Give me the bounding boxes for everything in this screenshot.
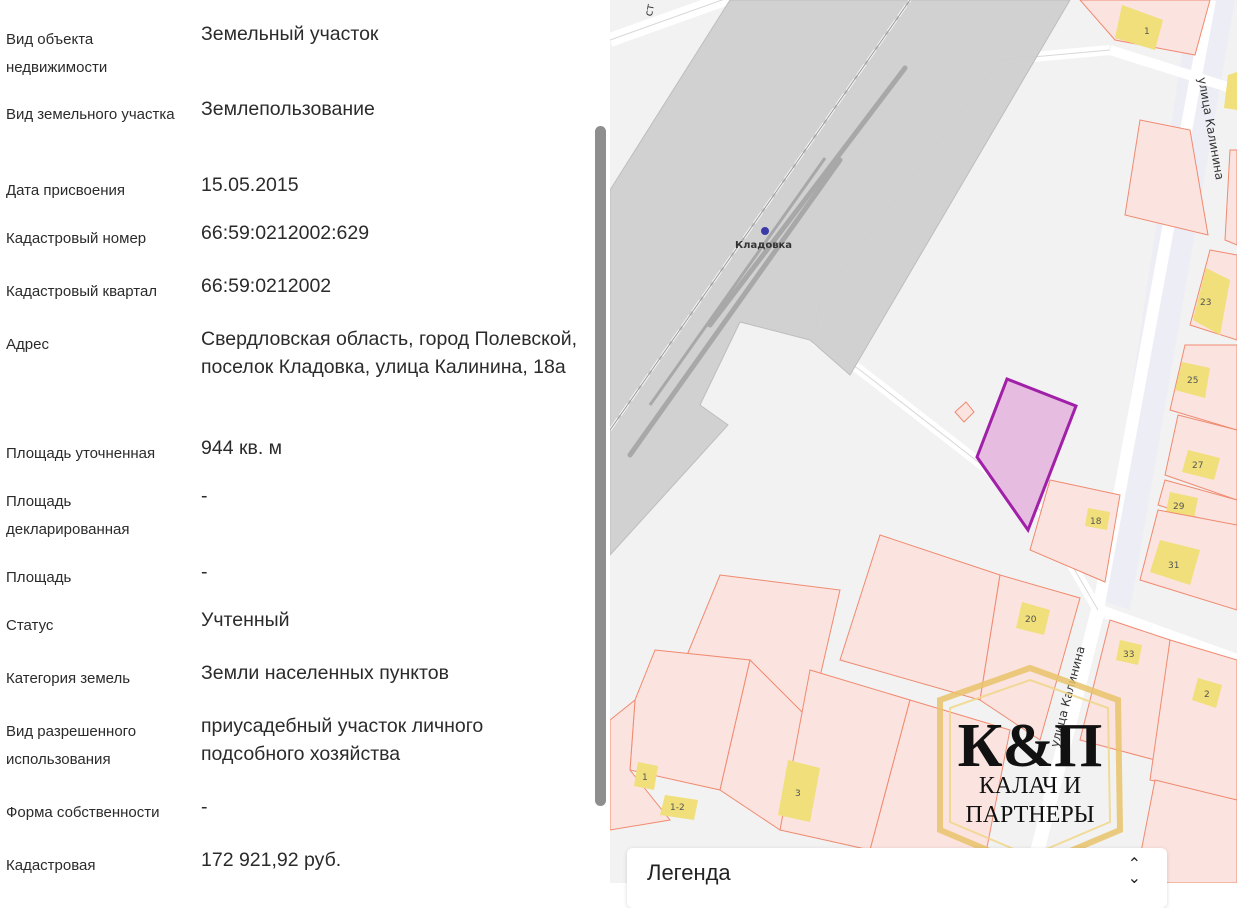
property-value: - <box>201 796 208 818</box>
land-parcel[interactable] <box>839 534 1001 701</box>
map-text-fragment: ст <box>642 2 657 17</box>
watermark-line2: ПАРТНЕРЫ <box>965 802 1094 828</box>
property-value: приусадебный участок личного подсобного … <box>201 715 484 765</box>
property-label: Дата присвоения <box>6 182 125 199</box>
parcel-number: 23 <box>1200 298 1211 308</box>
cadastral-map[interactable]: Кладовка ст 1 23 25 27 29 31 18 20 33 2 … <box>610 0 1237 883</box>
map-canvas[interactable]: Кладовка ст 1 23 25 27 29 31 18 20 33 2 … <box>610 0 1237 883</box>
property-label: Адрес <box>6 336 49 353</box>
parcel-number: 2 <box>1204 690 1210 700</box>
property-value: Землепользование <box>201 98 375 120</box>
property-value: 15.05.2015 <box>201 174 299 196</box>
property-value: Земли населенных пунктов <box>201 662 449 684</box>
property-label: Площадь <box>6 569 72 586</box>
property-value: Земельный участок <box>201 23 379 45</box>
property-label: Вид объекта недвижимости <box>6 31 108 76</box>
watermark-monogram: К&П <box>958 712 1103 780</box>
station-marker[interactable] <box>761 227 769 235</box>
property-label: Статус <box>6 617 54 634</box>
map-legend-panel[interactable]: Легенда ⌃ ⌄ <box>627 848 1167 908</box>
scrollbar[interactable] <box>595 126 606 806</box>
property-label: Форма собственности <box>6 804 160 821</box>
legend-title: Легенда <box>647 860 731 885</box>
property-value: 172 921,92 руб. <box>201 849 342 871</box>
parcel-number: 18 <box>1090 517 1102 527</box>
land-parcel[interactable] <box>1029 479 1121 583</box>
address-value: Свердловская область, город Полевской, п… <box>201 328 578 378</box>
parcel-number: 29 <box>1173 502 1185 512</box>
parcel-number: 33 <box>1123 650 1134 660</box>
property-label: Площадь декларированная <box>6 493 130 538</box>
collapse-chevron-icon[interactable]: ⌃ ⌄ <box>1128 857 1141 887</box>
parcel-number: 31 <box>1168 561 1179 571</box>
parcel-number: 20 <box>1025 615 1037 625</box>
parcel-number: 1 <box>642 773 648 783</box>
property-label: Площадь уточненная <box>6 445 156 462</box>
property-value: - <box>201 485 208 507</box>
parcel-number: 3 <box>795 789 801 799</box>
property-value: 66:59:0212002 <box>201 275 332 297</box>
station-label: Кладовка <box>735 240 792 251</box>
property-value: 944 кв. м <box>201 437 283 459</box>
property-label: Категория земель <box>6 670 131 687</box>
property-label: Кадастровый квартал <box>6 283 158 300</box>
property-value: - <box>201 561 208 583</box>
property-details-panel: Вид объекта недвижимости Земельный участ… <box>0 0 610 883</box>
property-label: Кадастровый номер <box>6 230 147 247</box>
property-label: Вид разрешенного использования <box>6 723 137 768</box>
watermark-line1: КАЛАЧ И <box>979 773 1081 799</box>
land-parcel[interactable] <box>1224 149 1237 246</box>
parcel-number: 1-2 <box>670 803 685 813</box>
outbuilding <box>954 401 975 423</box>
parcel-number: 27 <box>1192 461 1203 471</box>
parcel-number: 25 <box>1187 376 1198 386</box>
property-label: Вид земельного участка <box>6 106 175 123</box>
status-value: Учтенный <box>201 609 290 631</box>
cadastral-number-value: 66:59:0212002:629 <box>201 222 370 244</box>
property-label: Кадастровая <box>6 857 96 874</box>
parcel-number: 1 <box>1144 27 1150 37</box>
